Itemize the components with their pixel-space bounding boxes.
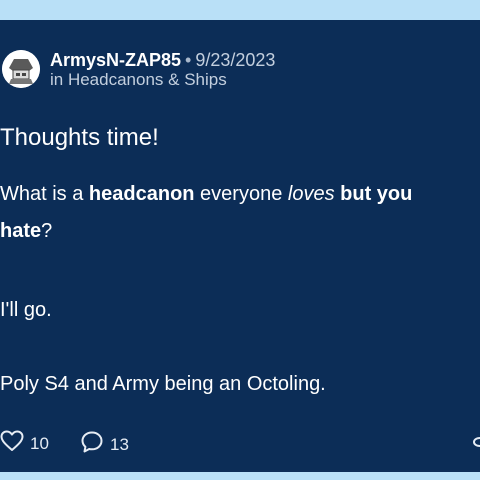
body-text: everyone — [194, 183, 288, 205]
post-body-line: I'll go. — [0, 299, 52, 321]
like-count: 10 — [30, 433, 49, 453]
like-button[interactable]: 10 — [0, 430, 49, 457]
author-name[interactable]: ArmysN-ZAP85 — [50, 50, 181, 70]
reply-count: 13 — [110, 434, 129, 454]
post-category[interactable]: in Headcanons & Ships — [50, 70, 227, 90]
body-text-bold: headcanon — [88, 183, 195, 205]
body-text-bold: but you — [340, 183, 413, 205]
post-meta: ArmysN-ZAP85 • 9/23/2023 — [50, 50, 275, 70]
post-body-line: What is a headcanon everyone loves but y… — [0, 182, 412, 206]
post-date: 9/23/2023 — [195, 50, 276, 70]
post-card: ArmysN-ZAP85 • 9/23/2023 in Headcanons & S… — [0, 20, 480, 472]
post-actions: 10 13 — [0, 430, 480, 456]
heart-icon — [0, 430, 24, 457]
body-text: ? — [41, 220, 53, 242]
user-avatar-icon[interactable] — [2, 50, 40, 88]
body-text: What is a — [0, 183, 89, 205]
meta-separator: • — [185, 50, 192, 70]
speech-bubble-icon — [80, 430, 104, 459]
post-title: Thoughts time! — [0, 124, 159, 151]
link-icon[interactable] — [472, 434, 480, 455]
body-text-bold: hate — [0, 220, 42, 242]
post-body-line: hate? — [0, 219, 52, 243]
reply-button[interactable]: 13 — [80, 430, 129, 459]
body-text-italic: loves — [287, 183, 335, 205]
post-body-line: Poly S4 and Army being an Octoling. — [0, 373, 326, 395]
